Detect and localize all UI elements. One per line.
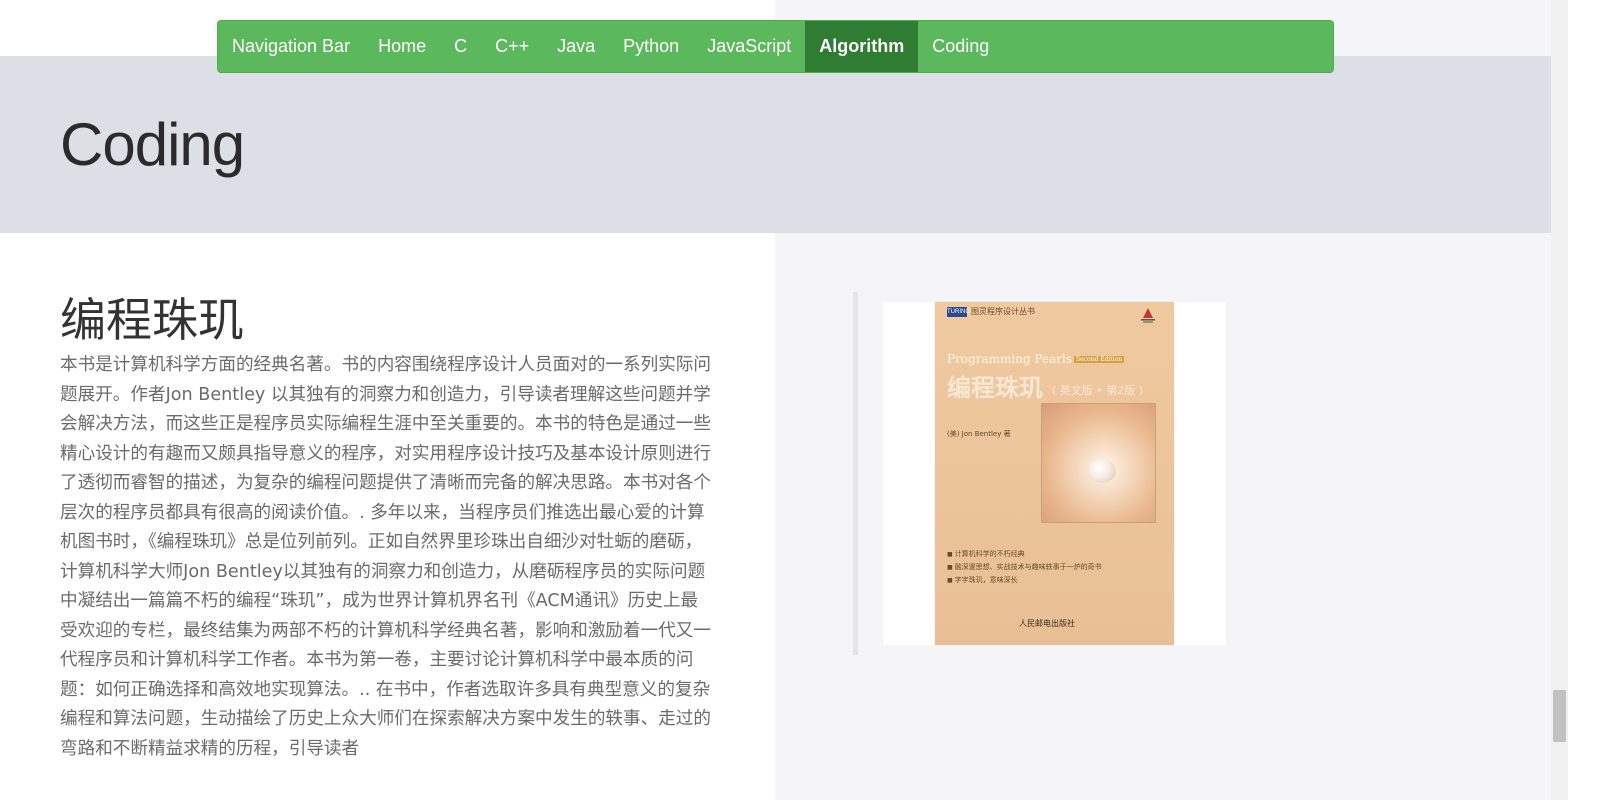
cover-chinese-title: 编程珠玑 bbox=[947, 373, 1043, 402]
cover-series-name: 图灵程序设计丛书 bbox=[971, 307, 1035, 316]
cover-author: (美) Jon Bentley 著 bbox=[947, 430, 1011, 438]
cover-publisher: 人民邮电出版社 bbox=[1019, 619, 1075, 628]
pearl-image bbox=[1041, 403, 1156, 523]
cover-bullet-item: 融深邃思想、实战技术与趣味轶事于一炉的奇书 bbox=[947, 561, 1102, 574]
cover-chinese-subtitle: ( 英文版 • 第2版 ) bbox=[1052, 384, 1144, 397]
cover-english-title: Programming Pearls Second Edition bbox=[947, 352, 1125, 366]
cover-edition-tag: Second Edition bbox=[1073, 356, 1125, 363]
book-cover-image: TURING 图灵程序设计丛书 Programming Pearls Second… bbox=[935, 302, 1174, 645]
nav-item-home[interactable]: Home bbox=[364, 21, 440, 72]
article-title: 编程珠玑 bbox=[60, 293, 244, 347]
nav-item-cpp[interactable]: C++ bbox=[481, 21, 543, 72]
cover-bullet-item: 字字珠玑，意味深长 bbox=[947, 574, 1102, 587]
nav-item-coding[interactable]: Coding bbox=[918, 21, 1003, 72]
article-body: 本书是计算机科学方面的经典名著。书的内容围绕程序设计人员面对的一系列实际问题展开… bbox=[60, 355, 711, 759]
blockquote-border bbox=[853, 292, 858, 655]
vertical-scrollbar[interactable] bbox=[1551, 0, 1568, 800]
cover-bullet-list: 计算机科学的不朽经典 融深邃思想、实战技术与趣味轶事于一炉的奇书 字字珠玑，意味… bbox=[947, 548, 1102, 587]
nav-item-python[interactable]: Python bbox=[609, 21, 693, 72]
scrollbar-thumb[interactable] bbox=[1553, 690, 1566, 742]
page-title: Coding bbox=[60, 111, 245, 178]
publisher-logo-icon bbox=[1138, 306, 1158, 324]
nav-item-c[interactable]: C bbox=[440, 21, 481, 72]
nav-item-algorithm[interactable]: Algorithm bbox=[805, 21, 919, 72]
cover-bullet-item: 计算机科学的不朽经典 bbox=[947, 548, 1102, 561]
cover-english-title-text: Programming Pearls bbox=[947, 352, 1072, 366]
page-edge bbox=[1568, 0, 1600, 800]
nav-item-javascript[interactable]: JavaScript bbox=[693, 21, 805, 72]
navbar: Navigation Bar Home C C++ Java Python Ja… bbox=[217, 20, 1334, 73]
navbar-brand[interactable]: Navigation Bar bbox=[218, 21, 364, 72]
turing-logo: TURING bbox=[947, 307, 970, 317]
nav-item-java[interactable]: Java bbox=[543, 21, 609, 72]
jumbotron: Coding bbox=[0, 56, 1551, 233]
